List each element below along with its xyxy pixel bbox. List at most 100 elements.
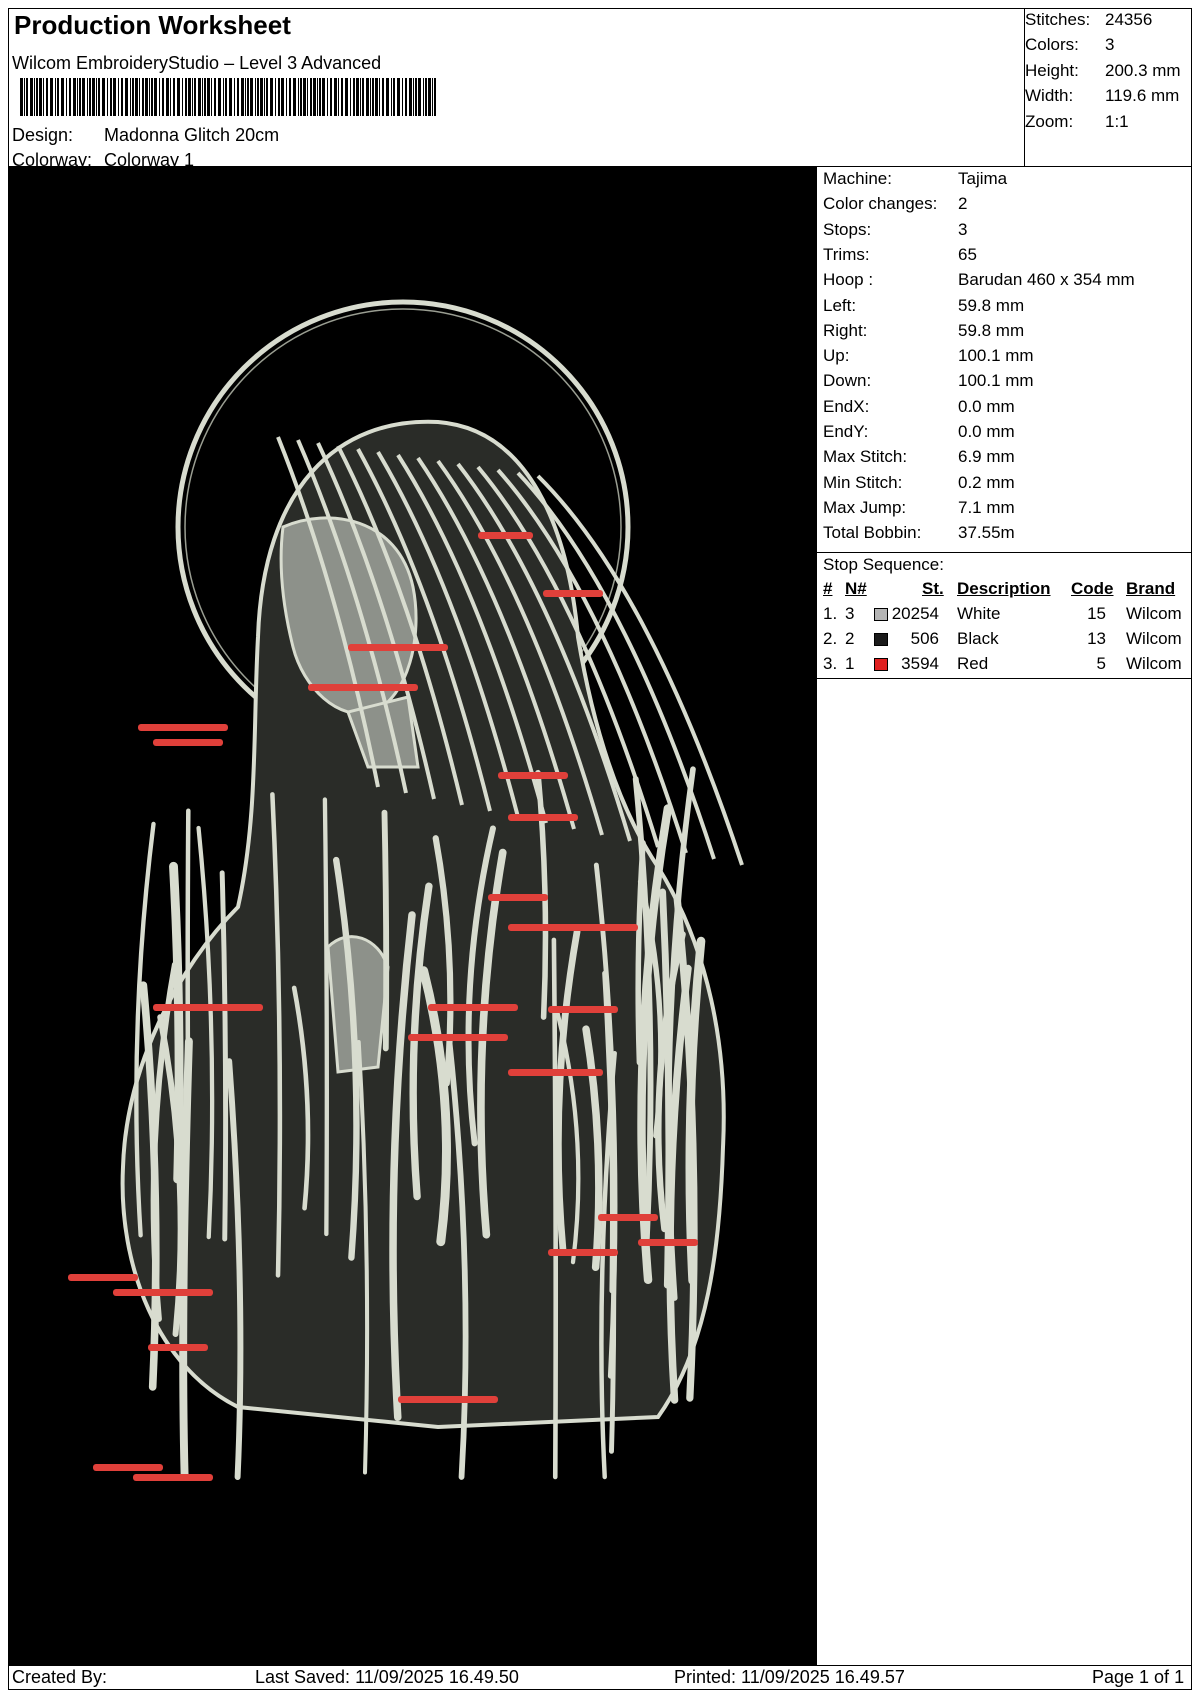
header-stats: Stitches: 24356 Colors: 3 Height: 200.3 mm … <box>1025 8 1192 167</box>
info-label: Total Bobbin: <box>823 523 922 543</box>
barcode-bar <box>113 78 116 116</box>
barcode-bar <box>330 78 332 116</box>
glitch-stitch <box>93 1464 163 1471</box>
barcode-bar <box>73 78 76 116</box>
col-header-stitches: St. <box>922 579 944 598</box>
fold-stroke <box>551 937 559 1480</box>
barcode-bar <box>366 78 369 116</box>
barcode-bar <box>341 78 343 116</box>
barcode-bar <box>362 78 364 116</box>
glitch-stitch <box>548 1249 618 1256</box>
stop-stitches: 3594 <box>901 654 939 673</box>
stop-description: Black <box>957 629 999 648</box>
glitch-stitch <box>488 894 548 901</box>
design-preview <box>8 167 817 1665</box>
barcode-bar <box>250 78 253 116</box>
info-value: 37.55m <box>958 523 1015 543</box>
barcode-bar <box>102 78 105 116</box>
barcode-bar <box>350 78 351 116</box>
barcode-bar <box>286 78 287 116</box>
barcode-bar <box>96 78 97 116</box>
barcode-bar <box>241 78 244 116</box>
glitch-stitch <box>113 1289 213 1296</box>
barcode-bar <box>303 78 306 116</box>
glitch-stitch <box>308 684 418 691</box>
col-header-description: Description <box>957 579 1051 598</box>
created-by: Created By: <box>12 1667 108 1687</box>
barcode-bar <box>132 78 134 116</box>
barcode-bar <box>370 78 371 116</box>
barcode-bar <box>432 78 433 116</box>
barcode-bar <box>162 78 164 116</box>
barcode-bar <box>415 78 417 116</box>
glitch-stitch <box>153 739 223 746</box>
glitch-stitch <box>398 1396 498 1403</box>
barcode-bar <box>423 78 424 116</box>
barcode-bar <box>170 78 171 116</box>
glitch-stitch <box>598 1214 658 1221</box>
barcode-bar <box>89 78 91 116</box>
barcode-bar <box>154 78 157 116</box>
machine-info-panel: Machine: Tajima Color changes: 2 Stops: 3 Trim… <box>817 167 1192 553</box>
info-value: Barudan 460 x 354 mm <box>958 270 1135 290</box>
stop-sequence-label: Stop Sequence: <box>823 555 944 574</box>
barcode-bar <box>145 78 148 116</box>
barcode-bar <box>57 78 59 116</box>
barcode-bar <box>182 78 183 116</box>
barcode-bar <box>434 78 436 116</box>
stop-stitches: 506 <box>910 629 939 648</box>
barcode-bar <box>110 78 112 116</box>
barcode-bar <box>139 78 140 116</box>
glitch-stitch <box>68 1274 138 1281</box>
barcode-bar <box>405 78 407 116</box>
barcode-bar <box>281 78 284 116</box>
info-value: 7.1 mm <box>958 497 1015 517</box>
barcode-bar <box>177 78 180 116</box>
stop-num: 2. <box>823 629 838 648</box>
glitch-stitch <box>428 1004 518 1011</box>
barcode-bar <box>319 78 321 116</box>
barcode-bar <box>247 78 249 116</box>
barcode-bar <box>379 78 380 116</box>
barcode-bar <box>360 78 361 116</box>
last-saved: Last Saved: 11/09/2025 16.49.50 <box>255 1667 519 1687</box>
barcode-bar <box>149 78 150 116</box>
info-value: 59.8 mm <box>958 295 1025 315</box>
barcode-bar <box>79 78 81 116</box>
info-label: Left: <box>823 295 857 315</box>
barcode-bar <box>255 78 256 116</box>
barcode-bar <box>50 78 53 116</box>
barcode-bar <box>130 78 131 116</box>
barcode-bar <box>353 78 355 116</box>
fold-stroke <box>607 1062 616 1294</box>
barcode-bar <box>260 78 263 116</box>
barcode-bar <box>66 78 67 116</box>
col-header-needle: N# <box>845 579 867 598</box>
info-value: Tajima <box>958 169 1008 188</box>
barcode-bar <box>225 78 227 116</box>
info-label: Trims: <box>823 244 870 264</box>
stop-num: 1. <box>823 604 838 623</box>
info-label: EndY: <box>823 422 869 441</box>
barcode-bar <box>218 78 221 116</box>
barcode-bar <box>372 78 374 116</box>
software-name: Wilcom EmbroideryStudio – Level 3 Advanc… <box>12 53 382 73</box>
embroidery-artwork <box>68 299 744 1481</box>
worksheet-header: Production Worksheet Wilcom EmbroiderySt… <box>8 8 1025 170</box>
barcode-bar <box>317 78 318 116</box>
info-label: Max Stitch: <box>823 447 908 467</box>
barcode-bar <box>397 78 400 116</box>
stop-stitches: 20254 <box>891 604 939 623</box>
barcode-bar <box>425 78 427 116</box>
barcode-bar <box>188 78 191 116</box>
barcode-bar <box>26 78 28 116</box>
info-value: 0.2 mm <box>958 472 1015 492</box>
barcode-bar <box>87 78 88 116</box>
barcode-bar <box>107 78 108 116</box>
page-title: Production Worksheet <box>14 10 291 40</box>
design-name-row: Design: Madonna Glitch 20cm <box>12 125 279 146</box>
stop-description: Red <box>957 654 989 673</box>
barcode-bar <box>418 78 421 116</box>
barcode-bar <box>202 78 203 116</box>
glitch-stitch <box>498 772 568 779</box>
